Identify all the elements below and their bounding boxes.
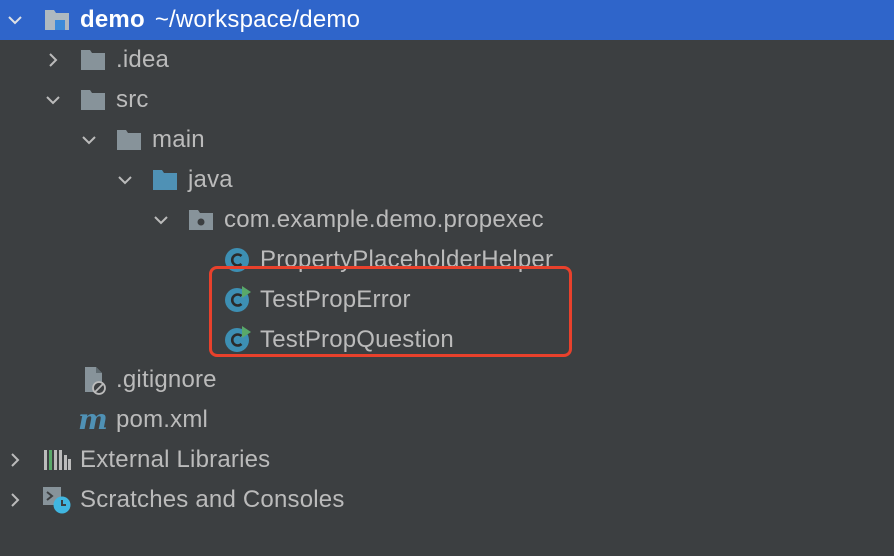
- chevron-down-icon[interactable]: [42, 80, 64, 120]
- tree-item-label: TestPropQuestion: [260, 326, 454, 353]
- tree-item-class[interactable]: PropertyPlaceholderHelper: [0, 240, 894, 280]
- package-icon: [186, 200, 216, 240]
- chevron-down-icon[interactable]: [4, 0, 26, 40]
- tree-item-gitignore[interactable]: .gitignore: [0, 360, 894, 400]
- tree-item-label: TestPropError: [260, 286, 411, 313]
- folder-icon: [78, 80, 108, 120]
- chevron-right-icon[interactable]: [4, 480, 26, 520]
- tree-item-java[interactable]: java: [0, 160, 894, 200]
- tree-item-runnable-class[interactable]: TestPropError: [0, 280, 894, 320]
- idea-dot: .: [116, 46, 123, 73]
- tree-item-runnable-class[interactable]: TestPropQuestion: [0, 320, 894, 360]
- ignored-file-icon: [78, 360, 108, 400]
- tree-item-package[interactable]: com.example.demo.propexec: [0, 200, 894, 240]
- tree-item-src[interactable]: src: [0, 80, 894, 120]
- tree-item-main[interactable]: main: [0, 120, 894, 160]
- project-folder-icon: [42, 0, 72, 40]
- project-path: ~/workspace/demo: [154, 6, 361, 33]
- tree-item-label: main: [152, 126, 205, 153]
- tree-item-label: demo ~/workspace/demo: [80, 0, 360, 40]
- scratches-icon: [42, 480, 72, 520]
- tree-item-label: pom.xml: [116, 406, 209, 433]
- idea-name: idea: [122, 46, 170, 73]
- class-icon: [222, 240, 252, 280]
- tree-item-label: .gitignore: [116, 366, 217, 393]
- maven-icon: m: [78, 403, 108, 436]
- tree-item-idea[interactable]: .idea: [0, 40, 894, 80]
- tree-item-scratches[interactable]: Scratches and Consoles: [0, 480, 894, 520]
- libraries-icon: [42, 440, 72, 480]
- folder-icon: [114, 120, 144, 160]
- chevron-right-icon[interactable]: [42, 40, 64, 80]
- tree-item-external-libraries[interactable]: External Libraries: [0, 440, 894, 480]
- tree-item-label: Scratches and Consoles: [80, 486, 345, 513]
- tree-item-label: .idea: [116, 40, 169, 80]
- chevron-right-icon[interactable]: [4, 440, 26, 480]
- tree-item-pom[interactable]: m pom.xml: [0, 400, 894, 440]
- chevron-down-icon[interactable]: [114, 160, 136, 200]
- tree-item-label: src: [116, 86, 149, 113]
- source-folder-icon: [150, 160, 180, 200]
- tree-item-label: External Libraries: [80, 446, 271, 473]
- runnable-class-icon: [222, 280, 252, 320]
- project-name: demo: [80, 6, 145, 33]
- chevron-down-icon[interactable]: [150, 200, 172, 240]
- tree-item-demo[interactable]: demo ~/workspace/demo: [0, 0, 894, 40]
- runnable-class-icon: [222, 320, 252, 360]
- folder-icon: [78, 40, 108, 80]
- tree-item-label: java: [188, 166, 233, 193]
- chevron-down-icon[interactable]: [78, 120, 100, 160]
- tree-item-label: PropertyPlaceholderHelper: [260, 246, 554, 273]
- tree-item-label: com.example.demo.propexec: [224, 206, 544, 233]
